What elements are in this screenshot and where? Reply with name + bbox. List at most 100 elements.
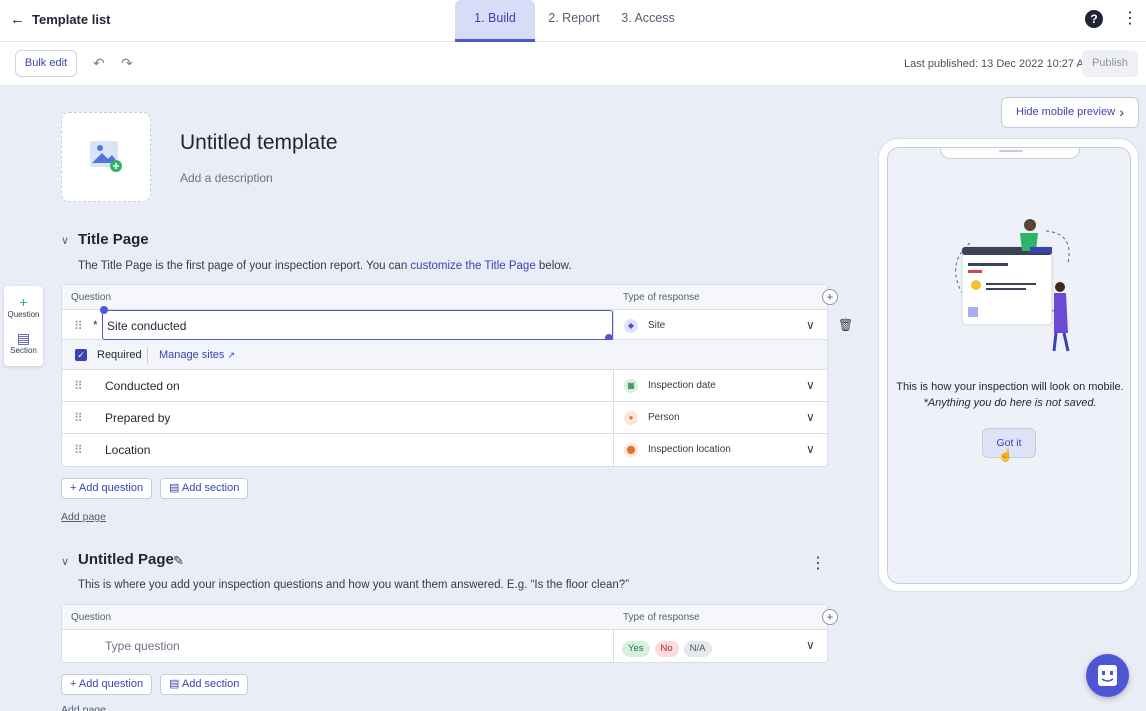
customize-title-page-link[interactable]: customize the Title Page (410, 260, 535, 272)
column-header-question: Question (71, 612, 112, 623)
column-header-response: Type of response (623, 292, 700, 303)
trash-icon[interactable]: 🗑 (838, 318, 853, 332)
question-text: Site conducted (107, 319, 187, 333)
back-to-template-list[interactable]: Template list (32, 12, 111, 27)
response-type[interactable]: Site (648, 320, 665, 331)
tab-report[interactable]: 2. Report (535, 0, 613, 42)
question-text[interactable]: Location (105, 443, 150, 457)
add-section-button[interactable]: ▤ Add section (160, 674, 249, 695)
chat-assistant-button[interactable] (1086, 654, 1129, 697)
hide-mobile-preview-button[interactable]: Hide mobile preview › (1001, 97, 1139, 128)
add-question-label: Add question (78, 482, 144, 494)
section-icon: ▤ (16, 330, 31, 346)
drag-handle-icon[interactable]: ⠿ (74, 319, 83, 333)
bulk-edit-button[interactable]: Bulk edit (15, 50, 77, 77)
mobile-preview-frame: This is how your inspection will look on… (878, 138, 1139, 592)
add-question-button[interactable]: + Add question (61, 478, 153, 499)
untitled-page-heading[interactable]: Untitled Page (78, 551, 174, 568)
mobile-screen: This is how your inspection will look on… (887, 147, 1131, 584)
plus-icon: + (19, 294, 28, 310)
back-arrow-icon[interactable]: ← (10, 11, 25, 28)
add-question-button[interactable]: + Add question (61, 674, 153, 695)
chevron-down-icon[interactable]: ∨ (806, 378, 815, 392)
help-icon[interactable]: ? (1085, 10, 1103, 28)
response-no: No (654, 641, 679, 657)
table-header: Question Type of response (62, 285, 827, 310)
publish-button[interactable]: Publish (1082, 50, 1138, 77)
question-text[interactable]: Prepared by (105, 411, 170, 425)
title-page-table: Question Type of response ⠿ * Site condu… (61, 284, 828, 467)
redo-icon[interactable]: ↷ (121, 55, 133, 72)
external-link-icon: ↗ (227, 350, 236, 360)
table-row[interactable]: ⠿ * Site conducted ◆ Site ∨ (62, 306, 827, 342)
more-options-icon[interactable]: ⋮ (1122, 9, 1138, 29)
section-icon: ▤ (169, 678, 180, 690)
table-header: Question Type of response (62, 605, 827, 630)
pointer-cursor-icon: ☝ (998, 448, 1013, 462)
table-row[interactable]: ⠿ Conducted on ▦ Inspection date ∨ (62, 370, 827, 402)
tabs: 1. Build 2. Report 3. Access (455, 0, 683, 42)
add-question-label: Add question (78, 678, 144, 690)
question-text[interactable]: Conducted on (105, 379, 180, 393)
phone-notch (940, 148, 1080, 159)
add-column-icon[interactable]: + (822, 289, 838, 305)
drag-handle-icon[interactable]: ⠿ (74, 379, 83, 393)
preview-note-text: *Anything you do here is not saved. (923, 397, 1097, 409)
chevron-right-icon: › (1119, 104, 1124, 120)
required-label: Required (97, 349, 142, 361)
section-icon: ▤ (169, 482, 180, 494)
tab-build[interactable]: 1. Build (455, 0, 535, 42)
response-type[interactable]: Person (648, 412, 680, 423)
template-title[interactable]: Untitled template (180, 131, 338, 155)
response-na: N/A (683, 641, 712, 657)
hide-mobile-preview-label: Hide mobile preview (1016, 106, 1116, 118)
add-section-label: Add section (181, 678, 240, 690)
response-type[interactable]: Inspection location (648, 444, 731, 455)
add-section-button[interactable]: ▤ Add section (160, 478, 249, 499)
add-question-tool-label: Question (7, 310, 40, 319)
template-logo-upload[interactable] (61, 112, 151, 202)
template-description-input[interactable]: Add a description (180, 171, 273, 185)
title-page-heading: Title Page (78, 231, 149, 248)
chevron-down-icon[interactable]: ∨ (806, 410, 815, 424)
question-input[interactable]: Type question (105, 639, 180, 653)
chevron-down-icon[interactable]: ∨ (806, 442, 815, 456)
preview-info-text: This is how your inspection will look on… (896, 381, 1124, 393)
manage-sites-link[interactable]: Manage sites ↗ (159, 349, 235, 361)
table-row[interactable]: ⠿ Prepared by ● Person ∨ (62, 402, 827, 434)
drag-handle-icon[interactable]: ⠿ (74, 443, 83, 457)
add-item-toolbox: + Question ▤ Section (4, 286, 43, 366)
undo-icon[interactable]: ↶ (93, 55, 105, 72)
tab-access[interactable]: 3. Access (613, 0, 683, 42)
response-options[interactable]: Yes No N/A (622, 638, 717, 657)
more-options-icon[interactable]: ⋮ (810, 553, 826, 573)
add-section-label: Add section (181, 482, 240, 494)
table-row[interactable]: Type question Yes No N/A ∨ (62, 630, 827, 662)
required-options-row: ✓ Required Manage sites ↗ (62, 340, 827, 370)
edit-pencil-icon[interactable]: ✎ (173, 553, 184, 569)
untitled-page-description: This is where you add your inspection qu… (78, 579, 630, 591)
add-page-link[interactable]: Add page (61, 704, 106, 711)
column-header-question: Question (71, 292, 112, 303)
calendar-icon: ▦ (624, 379, 638, 393)
plus-icon: + (70, 482, 77, 494)
collapse-title-page-icon[interactable]: ∨ (61, 234, 69, 247)
response-type[interactable]: Inspection date (648, 380, 716, 391)
drag-handle-icon[interactable]: ⠿ (74, 411, 83, 425)
resize-handle[interactable] (100, 306, 108, 314)
question-input[interactable]: Site conducted (102, 310, 613, 340)
collapse-untitled-page-icon[interactable]: ∨ (61, 555, 69, 568)
add-column-icon[interactable]: + (822, 609, 838, 625)
table-row[interactable]: ⠿ Location ⬤ Inspection location ∨ (62, 434, 827, 466)
add-section-tool[interactable]: ▤ Section (4, 330, 43, 355)
manage-sites-label: Manage sites (159, 349, 225, 361)
chevron-down-icon[interactable]: ∨ (806, 638, 815, 652)
chevron-down-icon[interactable]: ∨ (806, 318, 815, 332)
add-question-tool[interactable]: + Question (4, 294, 43, 319)
last-published-text: Last published: 13 Dec 2022 10:27 AM (904, 58, 1093, 70)
add-page-link[interactable]: Add page (61, 511, 106, 523)
divider (147, 347, 148, 363)
person-icon: ● (624, 411, 638, 425)
toolbar: Bulk edit ↶ ↷ Last published: 13 Dec 202… (0, 42, 1146, 86)
required-checkbox[interactable]: ✓ (75, 349, 87, 361)
